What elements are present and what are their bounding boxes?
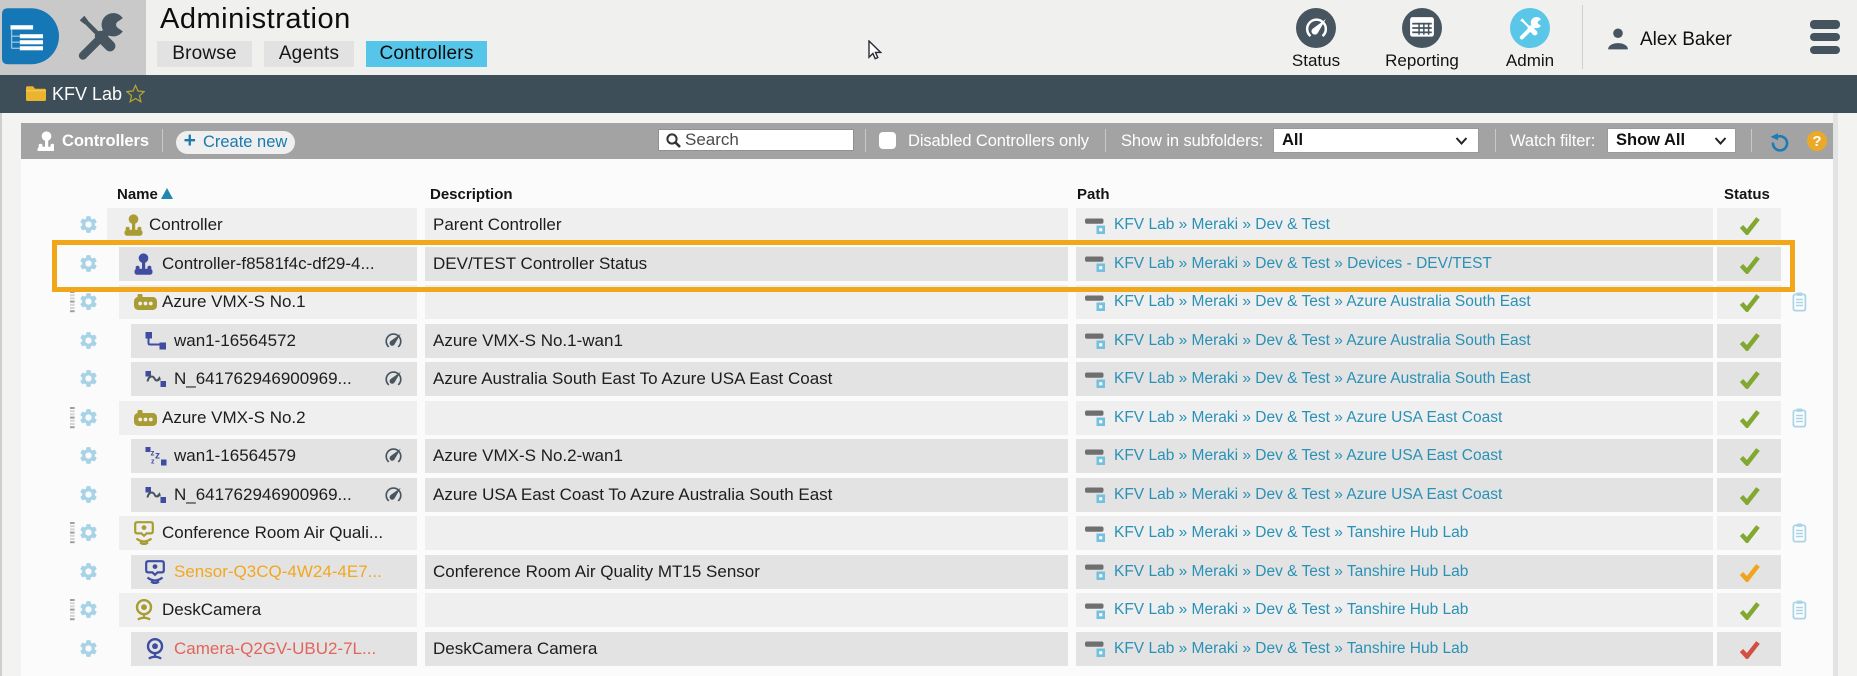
svg-text:z: z: [151, 459, 155, 466]
svg-text:z: z: [151, 449, 155, 458]
svg-text:z: z: [155, 451, 160, 462]
